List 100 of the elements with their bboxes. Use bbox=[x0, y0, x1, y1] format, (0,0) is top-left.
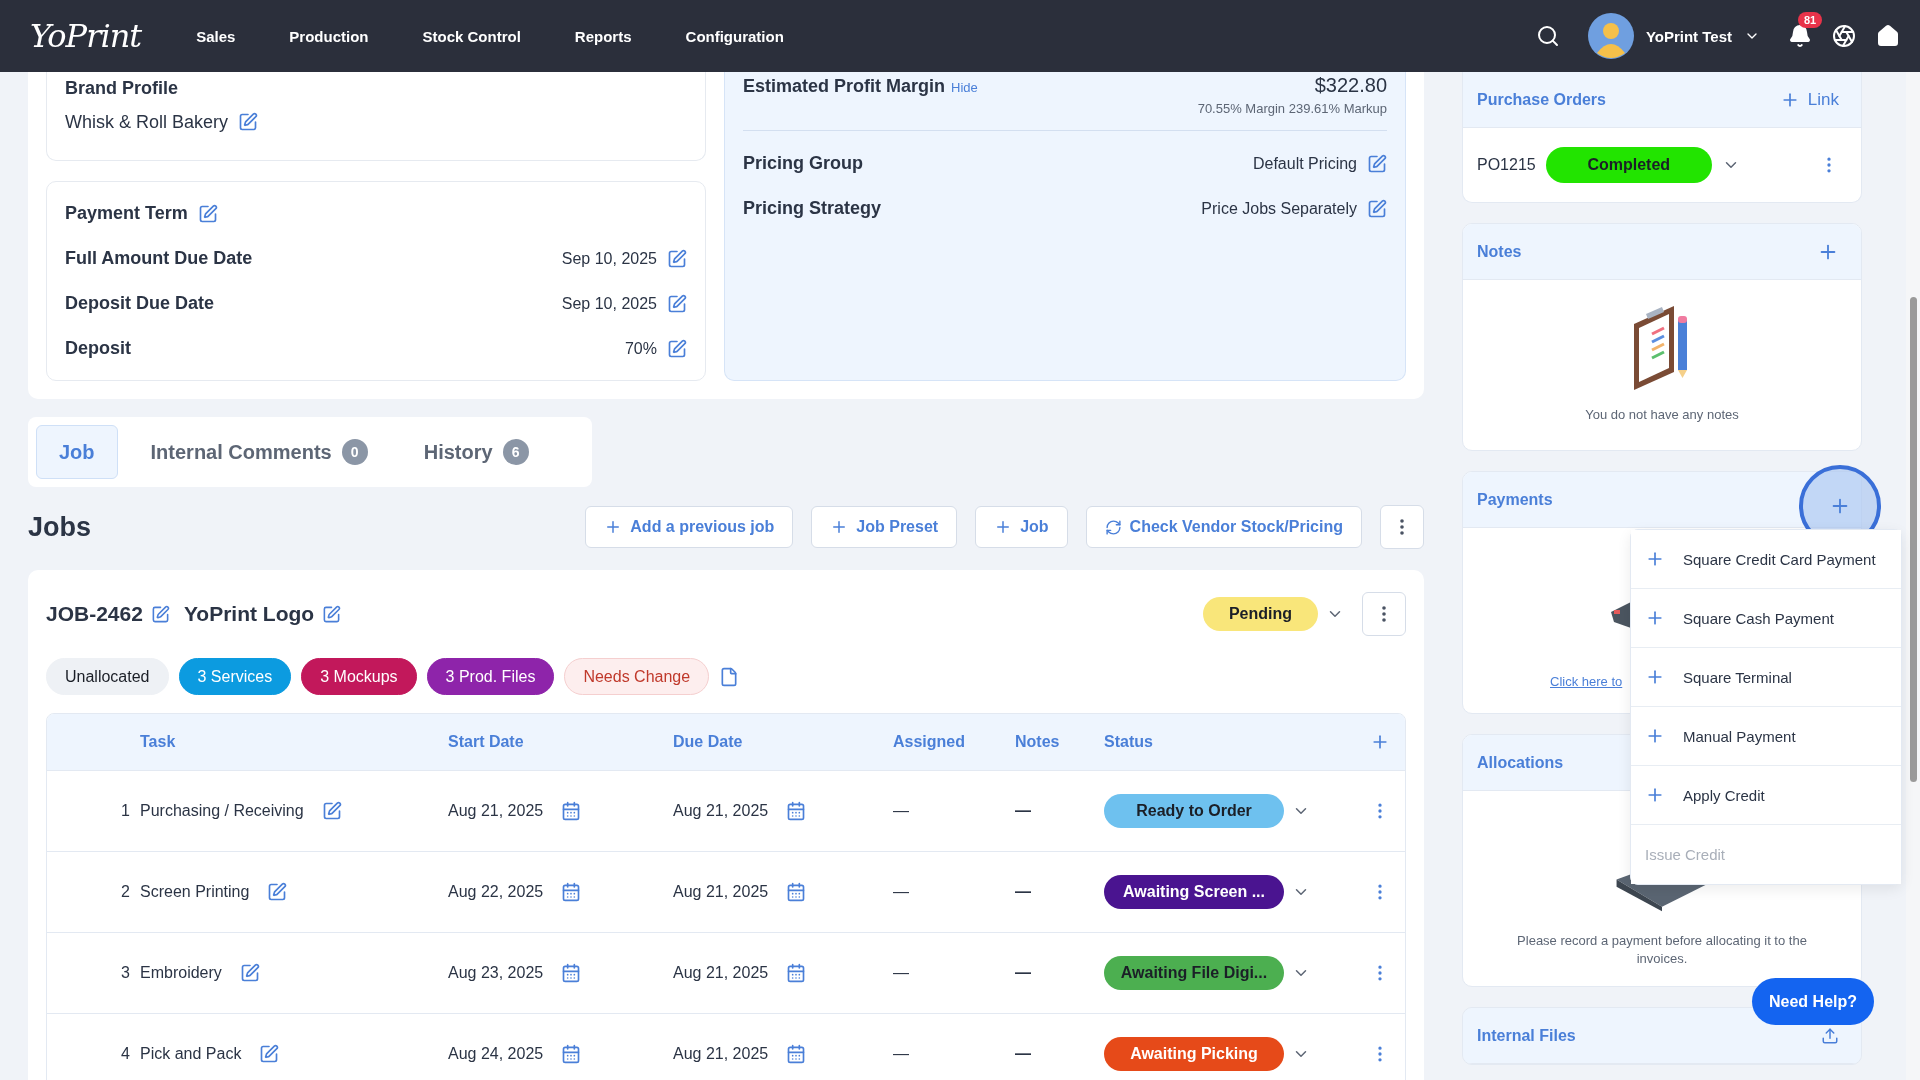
avatar-icon bbox=[1587, 13, 1634, 59]
assigned-value: — bbox=[893, 883, 909, 901]
due-date: Aug 21, 2025 bbox=[673, 964, 769, 982]
field-value: Sep 10, 2025 bbox=[561, 249, 657, 268]
field-value: Default Pricing bbox=[1252, 154, 1357, 173]
start-date: Aug 23, 2025 bbox=[448, 964, 544, 982]
field-label: Pricing Strategy bbox=[743, 198, 882, 219]
user-menu[interactable]: YoPrint Test bbox=[1579, 13, 1768, 59]
row-number: 3 bbox=[120, 964, 131, 982]
link-button[interactable]: Link bbox=[1779, 89, 1839, 110]
action-button[interactable]: Check Vendor Stock/Pricing bbox=[1085, 506, 1362, 548]
task-status-pill[interactable]: Awaiting Picking bbox=[1104, 1037, 1284, 1071]
field-label: Deposit Due Date bbox=[65, 293, 215, 314]
po-status-pill[interactable]: Completed bbox=[1545, 147, 1712, 183]
menu-item[interactable]: Square Credit Card Payment bbox=[1631, 530, 1901, 589]
action-button[interactable]: Job bbox=[975, 506, 1068, 548]
tab[interactable]: Job bbox=[36, 425, 118, 479]
calendar-icon[interactable] bbox=[561, 801, 582, 821]
edit-icon[interactable] bbox=[667, 248, 687, 269]
notes-value: — bbox=[1015, 1045, 1031, 1063]
calendar-icon[interactable] bbox=[561, 882, 582, 902]
column-header: Assigned bbox=[893, 733, 966, 751]
field-label: Deposit bbox=[65, 338, 131, 359]
start-date: Aug 24, 2025 bbox=[448, 1045, 544, 1063]
edit-icon[interactable] bbox=[267, 882, 288, 902]
row-number: 1 bbox=[120, 802, 131, 820]
job-number: JOB-2462 bbox=[46, 602, 143, 626]
task-status-pill[interactable]: Awaiting File Digi... bbox=[1104, 956, 1284, 990]
nav-menu-item[interactable]: Configuration bbox=[658, 27, 811, 45]
start-date: Aug 21, 2025 bbox=[448, 802, 544, 820]
field-label: Estimated Profit Margin bbox=[743, 76, 946, 97]
tag: Needs Change bbox=[564, 658, 710, 695]
field-label: Brand Profile bbox=[65, 77, 179, 99]
upload-icon bbox=[1821, 1026, 1839, 1045]
task-status-pill[interactable]: Awaiting Screen ... bbox=[1104, 875, 1284, 909]
empty-message: You do not have any notes bbox=[1585, 406, 1739, 424]
edit-icon[interactable] bbox=[238, 112, 259, 132]
calendar-icon[interactable] bbox=[786, 963, 807, 983]
nav-menu-item[interactable]: Stock Control bbox=[395, 27, 548, 45]
column-header: Due Date bbox=[673, 733, 744, 751]
menu-item[interactable]: Square Cash Payment bbox=[1631, 589, 1901, 648]
notes-value: — bbox=[1015, 883, 1031, 901]
calendar-icon[interactable] bbox=[561, 963, 582, 983]
logo[interactable]: YoPrint bbox=[30, 17, 142, 55]
action-button[interactable]: Add a previous job bbox=[585, 506, 794, 548]
field-label: Full Amount Due Date bbox=[65, 248, 253, 269]
po-number[interactable]: PO1215 bbox=[1477, 156, 1536, 174]
search-icon[interactable] bbox=[1535, 24, 1560, 48]
job-status-pill[interactable]: Pending bbox=[1202, 597, 1318, 631]
task-name: Screen Printing bbox=[140, 883, 250, 901]
count-badge: 0 bbox=[341, 439, 368, 465]
start-date: Aug 22, 2025 bbox=[448, 883, 544, 901]
edit-icon[interactable] bbox=[321, 801, 342, 821]
scrollbar-thumb[interactable] bbox=[1910, 297, 1917, 782]
row-number: 2 bbox=[120, 883, 131, 901]
field-value: Whisk & Roll Bakery bbox=[65, 111, 229, 133]
column-header: Task bbox=[140, 733, 177, 751]
nav-menu-item[interactable]: Production bbox=[262, 27, 396, 45]
tag: 3 Mockups bbox=[301, 658, 417, 695]
edit-icon[interactable] bbox=[667, 293, 687, 314]
edit-icon[interactable] bbox=[1367, 198, 1387, 219]
calendar-icon[interactable] bbox=[786, 1044, 807, 1064]
more-icon bbox=[1382, 606, 1386, 622]
edit-icon[interactable] bbox=[1367, 153, 1387, 174]
more-icon bbox=[1400, 519, 1404, 535]
bell-icon[interactable] bbox=[1788, 24, 1812, 48]
count-badge: 6 bbox=[502, 439, 529, 465]
action-button[interactable]: Job Preset bbox=[811, 506, 958, 548]
edit-icon[interactable] bbox=[150, 604, 170, 624]
menu-item[interactable]: Square Terminal bbox=[1631, 648, 1901, 707]
task-status-pill[interactable]: Ready to Order bbox=[1104, 794, 1284, 828]
edit-icon[interactable] bbox=[239, 963, 260, 983]
edit-icon[interactable] bbox=[322, 604, 342, 624]
notification-count: 81 bbox=[1798, 12, 1823, 28]
field-label: Payment Term bbox=[65, 203, 188, 224]
nav-menu-item[interactable]: Reports bbox=[547, 27, 659, 45]
upload-button[interactable] bbox=[1821, 1026, 1839, 1045]
calendar-icon[interactable] bbox=[561, 1044, 582, 1064]
row-number: 4 bbox=[120, 1045, 131, 1063]
card-title: Internal Files bbox=[1477, 1026, 1576, 1045]
calendar-icon[interactable] bbox=[786, 882, 807, 902]
tag: 3 Prod. Files bbox=[426, 658, 555, 695]
hide-link[interactable]: Hide bbox=[951, 80, 978, 95]
menu-item[interactable]: Apply Credit bbox=[1631, 766, 1901, 825]
aperture-icon[interactable] bbox=[1832, 24, 1856, 48]
assigned-value: — bbox=[893, 1045, 909, 1063]
menu-item[interactable]: Manual Payment bbox=[1631, 707, 1901, 766]
job-name: YoPrint Logo bbox=[183, 602, 315, 626]
home-icon[interactable] bbox=[1876, 24, 1900, 48]
nav-menu-item[interactable]: Sales bbox=[169, 27, 263, 45]
help-button[interactable]: Need Help? bbox=[1752, 978, 1874, 1025]
edit-icon[interactable] bbox=[197, 203, 218, 224]
file-icon[interactable] bbox=[719, 666, 740, 687]
edit-icon[interactable] bbox=[667, 338, 687, 359]
record-payment-link[interactable]: Click here to bbox=[1550, 674, 1623, 690]
notes-value: — bbox=[1015, 964, 1031, 982]
calendar-icon[interactable] bbox=[786, 801, 807, 821]
edit-icon[interactable] bbox=[259, 1044, 280, 1064]
column-header: Start Date bbox=[448, 733, 525, 751]
task-name: Purchasing / Receiving bbox=[140, 802, 304, 820]
